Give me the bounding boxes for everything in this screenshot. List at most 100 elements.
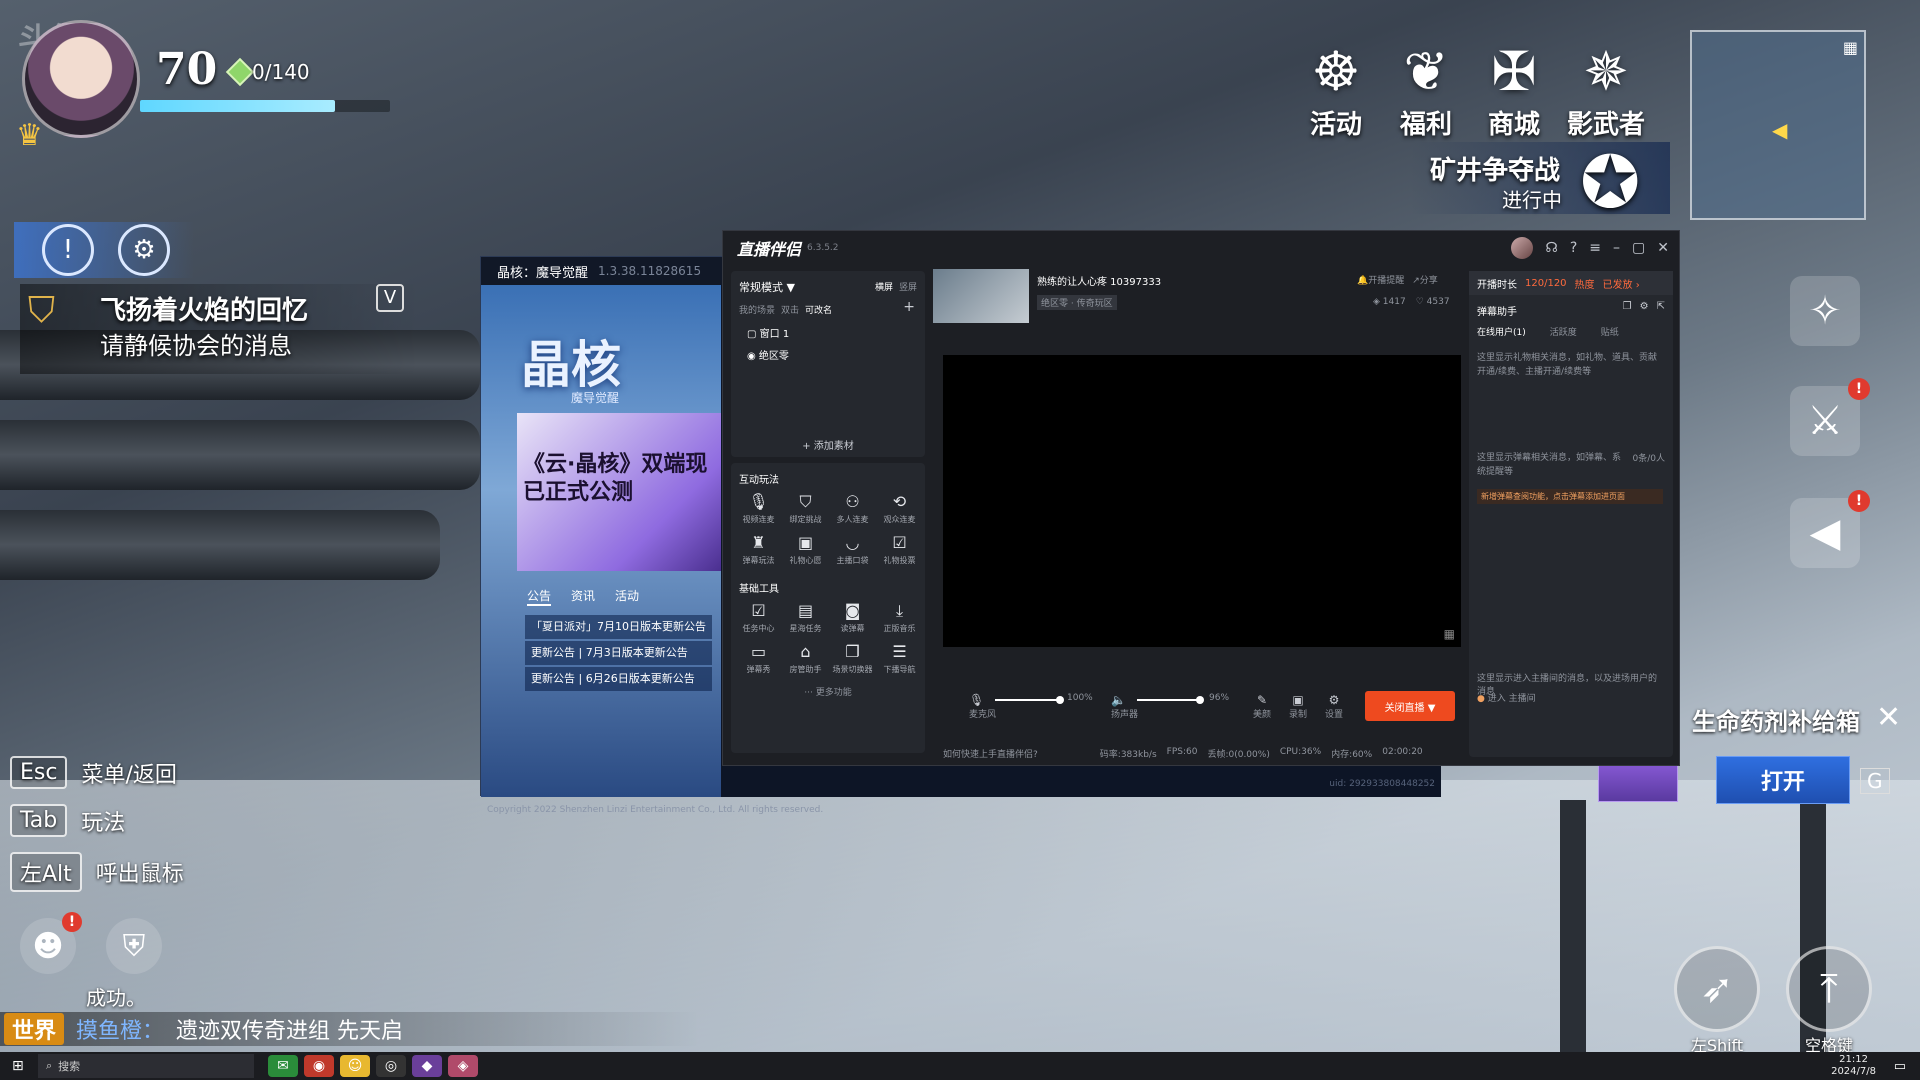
add-source-button[interactable]: + 添加素材 [731, 437, 925, 452]
gear-icon[interactable]: ⚙ [118, 224, 170, 276]
windows-start-icon[interactable]: ⊞ [12, 1058, 24, 1074]
scene-tab[interactable]: 可改名 [805, 303, 832, 316]
tab-stickers[interactable]: 贴纸 [1601, 325, 1619, 338]
help-icon[interactable]: ? [1570, 240, 1577, 256]
user-avatar[interactable] [1511, 237, 1534, 259]
compass-button[interactable]: ✧ [1790, 276, 1860, 346]
tool-music[interactable]: ⤓ 正版音乐 [876, 601, 923, 634]
minimize-icon[interactable]: – [1613, 240, 1620, 256]
open-item-button[interactable]: 打开 [1716, 756, 1850, 804]
gear-icon[interactable]: ⚙ [1640, 301, 1649, 312]
speaker-volume-slider[interactable] [1137, 696, 1204, 704]
mic-volume: 100% [1067, 693, 1093, 703]
room-cover-thumbnail[interactable] [933, 269, 1029, 323]
friends-icon[interactable]: ☻! [20, 912, 82, 974]
map-icon[interactable]: ▦ [1843, 38, 1858, 57]
scene-item[interactable]: ▢ 窗口 1 [747, 325, 789, 340]
launcher-app-icon[interactable]: ◆ [412, 1055, 442, 1077]
settings-button[interactable]: ⚙ 设置 [1325, 693, 1343, 720]
menu-welfare-button[interactable]: ❦ 福利 [1386, 40, 1466, 141]
hot-badge[interactable]: 热度 [1575, 276, 1595, 291]
menu-shop-button[interactable]: ✠ 商城 [1474, 40, 1554, 141]
scene-tab[interactable]: 双击 [781, 303, 799, 316]
exclamation-icon[interactable]: ! [42, 224, 94, 276]
tab-portrait[interactable]: 竖屏 [899, 280, 917, 293]
end-live-button[interactable]: 关闭直播 ▼ [1365, 691, 1455, 721]
tool-danmaku-game[interactable]: ♜ 弹幕玩法 [735, 533, 782, 566]
scene-item[interactable]: ◉ 绝区零 [747, 347, 789, 362]
jump-skill[interactable]: ⤒ 空格键 [1786, 946, 1872, 1056]
app-icon[interactable]: ◎ [376, 1055, 406, 1077]
menu-icon[interactable]: ≡ [1589, 240, 1601, 256]
more-features-button[interactable]: ··· 更多功能 [731, 685, 925, 698]
tab-news[interactable]: 资讯 [571, 587, 595, 606]
maximize-icon[interactable]: ▢ [1632, 240, 1645, 256]
tab-online-users[interactable]: 在线用户(1) [1477, 325, 1526, 338]
stream-preview[interactable]: ▦ [943, 355, 1461, 647]
collapse-button[interactable]: ◀ [1790, 498, 1860, 568]
tool-audience-link[interactable]: ⟲ 观众连麦 [876, 492, 923, 525]
notify-button[interactable]: 🔔开播提醒 [1357, 273, 1404, 286]
game-app-icon[interactable]: ☺ [340, 1055, 370, 1077]
share-button[interactable]: ↗分享 [1412, 273, 1438, 286]
taskbar-search[interactable]: ⌕ 搜索 [38, 1054, 254, 1078]
tool-star-task[interactable]: ▤ 星海任务 [782, 601, 829, 634]
jump-icon: ⤒ [1786, 946, 1872, 1032]
player-marker-icon: ◀ [1772, 118, 1788, 142]
minimap[interactable]: ◀ ▦ [1690, 30, 1866, 220]
tool-read-danmaku[interactable]: ◙ 读弹幕 [829, 601, 876, 634]
slider-knob[interactable] [1056, 696, 1064, 704]
wechat-app-icon[interactable]: ✉ [268, 1055, 298, 1077]
help-link[interactable]: 如何快速上手直播伴侣? [943, 747, 1038, 760]
tool-room-admin[interactable]: ⌂ 房管助手 [782, 642, 829, 675]
mode-select[interactable]: 常规模式 ▼ [739, 279, 795, 295]
tool-task-center[interactable]: ☑ 任务中心 [735, 601, 782, 634]
menu-activity-button[interactable]: ☸ 活动 [1296, 40, 1376, 141]
browser-app-icon[interactable]: ◉ [304, 1055, 334, 1077]
add-scene-icon[interactable]: + [903, 299, 915, 315]
stream-app-icon[interactable]: ◈ [448, 1055, 478, 1077]
slider-knob[interactable] [1196, 696, 1204, 704]
tools-panel: 互动玩法 🎙 视频连麦 ⛉ 绑定挑战 ⚇ 多人连麦 ⟲ 观众连麦 ♜ 弹幕玩法 ▣ 礼物心愿… [731, 463, 925, 753]
danmaku-feature-link[interactable]: 新增弹幕查阅功能，点击弹幕添加进页面 [1477, 489, 1663, 504]
battle-button[interactable]: ⚔ [1790, 386, 1860, 456]
tool-challenge[interactable]: ⛉ 绑定挑战 [782, 492, 829, 525]
room-category[interactable]: 绝区零 · 传奇玩区 [1037, 295, 1117, 310]
tool-gift-wish[interactable]: ▣ 礼物心愿 [782, 533, 829, 566]
tool-video-link[interactable]: 🎙 视频连麦 [735, 492, 782, 525]
close-icon[interactable]: ✕ [1657, 240, 1669, 256]
news-item[interactable]: 更新公告 | 7月3日版本更新公告 [525, 641, 712, 665]
tool-multi-link[interactable]: ⚇ 多人连麦 [829, 492, 876, 525]
popout-icon[interactable]: ⇱ [1657, 301, 1665, 312]
dash-icon: ➶ [1674, 946, 1760, 1032]
record-button[interactable]: ▣ 录制 [1289, 693, 1307, 720]
tab-announcement[interactable]: 公告 [527, 587, 552, 606]
news-item[interactable]: 「夏日派对」7月10日版本更新公告 [525, 615, 712, 639]
tool-gift-vote[interactable]: ☑ 礼物投票 [876, 533, 923, 566]
chat-bar[interactable]: 世界 摸鱼橙： 遗迹双传奇进组 先天启 [0, 1012, 700, 1046]
close-icon[interactable]: ✕ [1876, 700, 1901, 735]
beauty-button[interactable]: ✎ 美颜 [1253, 693, 1271, 720]
guild-icon[interactable]: ⛨ [106, 918, 162, 974]
news-item[interactable]: 更新公告 | 6月26日版本更新公告 [525, 667, 712, 691]
notification-icon[interactable]: ▭ [1894, 1059, 1906, 1074]
dash-skill[interactable]: ➶ 左Shift [1674, 946, 1760, 1056]
mic-volume-slider[interactable] [995, 696, 1064, 704]
launcher-banner[interactable]: 《云·晶核》双端现已正式公测 [517, 413, 721, 571]
sent-badge[interactable]: 已发放 › [1603, 276, 1640, 291]
tab-landscape[interactable]: 横屏 [875, 280, 893, 293]
mic-control: 🎙 麦克风 100% [969, 693, 1099, 720]
chat-message: 遗迹双传奇进组 先天启 [176, 1019, 404, 1044]
qrcode-icon[interactable]: ▦ [1444, 627, 1455, 641]
headset-icon[interactable]: ☊ [1545, 240, 1557, 256]
tab-activity[interactable]: 活跃度 [1550, 325, 1577, 338]
tool-pocket[interactable]: ◡ 主播口袋 [829, 533, 876, 566]
menu-shadow-button[interactable]: ✵ 影武者 [1566, 40, 1646, 141]
tab-events[interactable]: 活动 [615, 587, 639, 606]
copy-icon[interactable]: ❐ [1623, 301, 1632, 312]
tool-scene-switcher[interactable]: ❐ 场景切换器 [829, 642, 876, 675]
tool-danmaku-show[interactable]: ▭ 弹幕秀 [735, 642, 782, 675]
tool-end-navigation[interactable]: ☰ 下播导航 [876, 642, 923, 675]
scene-panel: 常规模式 ▼ 横屏 竖屏 我的场景 双击 可改名 + ▢ 窗口 1 ◉ 绝区零 … [731, 271, 925, 457]
taskbar-clock[interactable]: 21:12 2024/7/8 [1831, 1054, 1876, 1078]
